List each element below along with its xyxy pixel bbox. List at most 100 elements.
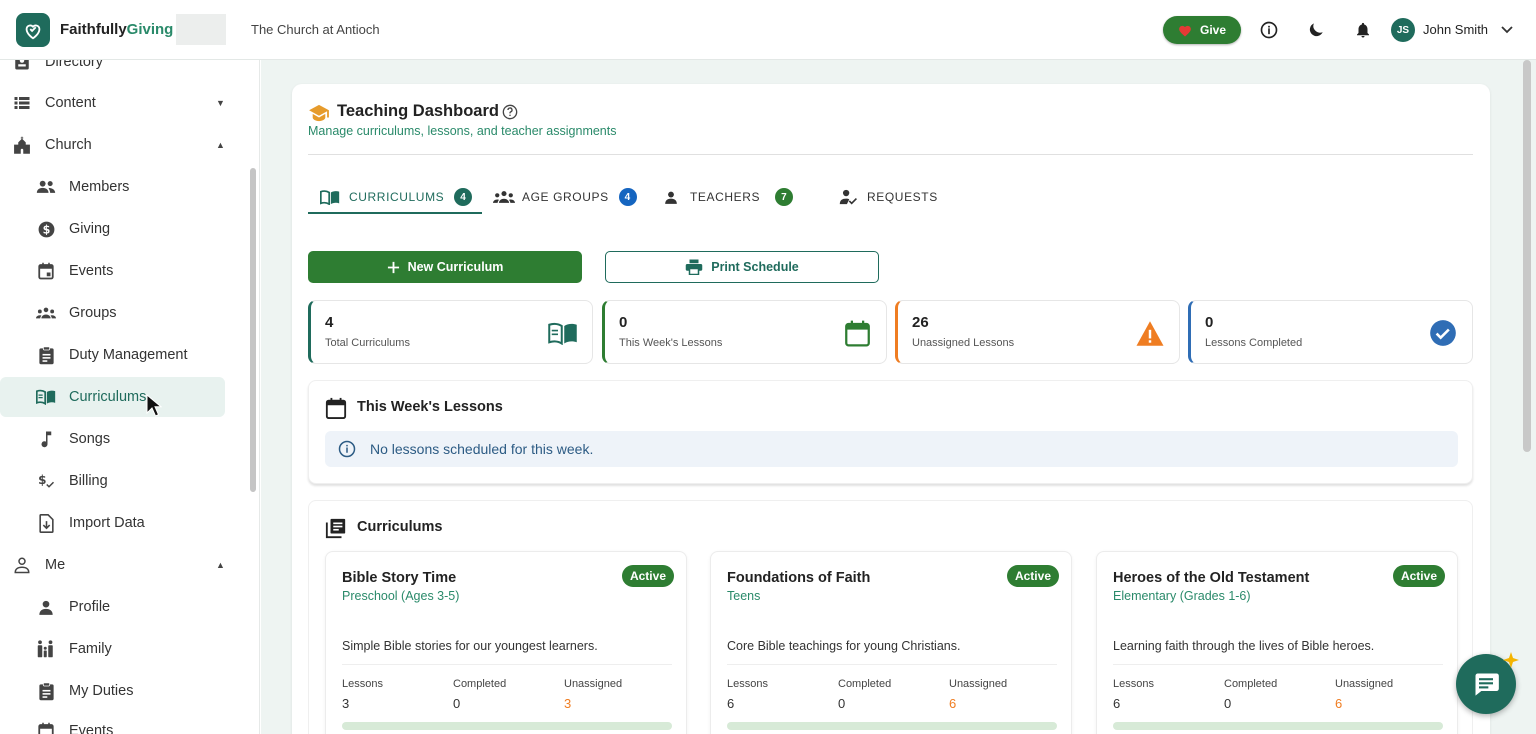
- stat-card-total-curriculums: 4 Total Curriculums: [308, 300, 593, 364]
- lessons-label: Lessons: [727, 678, 768, 690]
- sidebar-item-giving[interactable]: $ Giving: [0, 209, 225, 249]
- stat-card-unassigned-lessons: 26 Unassigned Lessons: [895, 300, 1180, 364]
- lessons-label: Lessons: [1113, 678, 1154, 690]
- book-icon: [320, 189, 340, 205]
- progress-bar: [727, 722, 1057, 730]
- tab-teachers[interactable]: TEACHERS 7: [664, 180, 794, 214]
- caret-down-icon: ▼: [216, 98, 225, 108]
- sidebar: Directory Content ▼ Church ▲ Members $ G…: [0, 60, 260, 734]
- sidebar-item-duty-management[interactable]: Duty Management: [0, 335, 225, 375]
- curriculum-description: Simple Bible stories for our youngest le…: [342, 639, 598, 653]
- sidebar-item-curriculums[interactable]: Curriculums: [0, 377, 225, 417]
- help-icon[interactable]: [502, 104, 518, 120]
- mouse-cursor-icon: [146, 394, 162, 417]
- section-title: Curriculums: [357, 519, 443, 535]
- clipboard-icon: [36, 681, 56, 701]
- dollar-icon: $: [36, 219, 56, 239]
- dark-mode-icon[interactable]: [1304, 18, 1328, 42]
- curriculum-age-group: Teens: [727, 589, 761, 603]
- groups-icon: [36, 303, 56, 323]
- plus-icon: [387, 261, 399, 273]
- curriculum-description: Core Bible teachings for young Christian…: [727, 639, 961, 653]
- curriculum-description: Learning faith through the lives of Bibl…: [1113, 639, 1375, 653]
- chevron-down-icon[interactable]: [1495, 18, 1519, 42]
- music-note-icon: [36, 429, 56, 449]
- progress-bar: [1113, 722, 1443, 730]
- logo-icon[interactable]: [16, 13, 50, 47]
- unassigned-count: 6: [949, 696, 957, 711]
- stat-card-lessons-completed: 0 Lessons Completed: [1188, 300, 1473, 364]
- avatar[interactable]: JS: [1391, 18, 1415, 42]
- status-badge: Active: [1392, 565, 1445, 587]
- completed-count: 0: [1224, 696, 1232, 711]
- graduation-cap-icon: [309, 104, 329, 122]
- this-weeks-lessons-section: This Week's Lessons No lessons scheduled…: [308, 380, 1473, 484]
- person-check-icon: [839, 189, 857, 205]
- sidebar-item-members[interactable]: Members: [0, 167, 225, 207]
- sidebar-item-me[interactable]: Me ▲: [0, 545, 225, 585]
- brand-name[interactable]: FaithfullyGiving: [60, 21, 173, 38]
- tab-count-badge: 4: [618, 188, 637, 206]
- curriculum-name: Foundations of Faith: [727, 570, 871, 586]
- completed-label: Completed: [453, 678, 507, 690]
- calendar-icon: [842, 318, 872, 348]
- sidebar-item-church[interactable]: Church ▲: [0, 125, 225, 165]
- curriculum-card[interactable]: Heroes of the Old Testament Elementary (…: [1096, 551, 1458, 734]
- sidebar-item-import-data[interactable]: Import Data: [0, 503, 225, 543]
- tab-curriculums[interactable]: CURRICULUMS 4: [320, 180, 473, 214]
- tab-age-groups[interactable]: AGE GROUPS 4: [493, 180, 637, 214]
- caret-up-icon: ▲: [216, 560, 225, 570]
- chat-button[interactable]: [1456, 652, 1519, 714]
- curriculums-section: Curriculums Bible Story Time Preschool (…: [308, 500, 1473, 734]
- profile-icon: [36, 597, 56, 617]
- svg-text:$: $: [42, 223, 50, 236]
- active-tab-indicator: [308, 212, 482, 214]
- sidebar-item-my-events[interactable]: Events: [0, 711, 225, 734]
- user-name[interactable]: John Smith: [1423, 22, 1488, 37]
- curriculum-name: Bible Story Time: [342, 570, 457, 586]
- print-schedule-button[interactable]: Print Schedule: [605, 251, 879, 283]
- lessons-count: 6: [727, 696, 735, 711]
- sidebar-item-events[interactable]: Events: [0, 251, 225, 291]
- completed-count: 0: [453, 696, 461, 711]
- give-button[interactable]: Give: [1163, 16, 1241, 44]
- sidebar-item-billing[interactable]: $ Billing: [0, 461, 225, 501]
- calendar-icon: [36, 721, 56, 734]
- curriculum-card[interactable]: Foundations of Faith Teens Active Core B…: [710, 551, 1072, 734]
- sidebar-item-directory[interactable]: Directory: [0, 60, 225, 82]
- sidebar-item-groups[interactable]: Groups: [0, 293, 225, 333]
- curriculum-age-group: Preschool (Ages 3-5): [342, 589, 460, 603]
- unassigned-label: Unassigned: [949, 678, 1008, 690]
- new-curriculum-button[interactable]: New Curriculum: [308, 251, 582, 283]
- library-books-icon: [325, 518, 346, 539]
- stat-card-this-weeks-lessons: 0 This Week's Lessons: [602, 300, 887, 364]
- tab-requests[interactable]: REQUESTS: [839, 180, 938, 214]
- card-divider: [1113, 664, 1443, 665]
- lessons-label: Lessons: [342, 678, 383, 690]
- info-icon: [338, 440, 356, 458]
- lessons-count: 6: [1113, 696, 1121, 711]
- unassigned-count: 6: [1335, 696, 1343, 711]
- main-scrollbar[interactable]: [1523, 60, 1531, 452]
- sidebar-item-family[interactable]: Family: [0, 629, 225, 669]
- bell-icon[interactable]: [1351, 18, 1375, 42]
- sidebar-item-content[interactable]: Content ▼: [0, 83, 225, 123]
- calendar-icon: [325, 397, 347, 419]
- directory-icon: [12, 60, 32, 72]
- curriculum-card[interactable]: Bible Story Time Preschool (Ages 3-5) Ac…: [325, 551, 687, 734]
- section-title: This Week's Lessons: [357, 399, 503, 415]
- sidebar-item-my-duties[interactable]: My Duties: [0, 671, 225, 711]
- card-divider: [727, 664, 1057, 665]
- sidebar-item-songs[interactable]: Songs: [0, 419, 225, 459]
- info-icon[interactable]: [1257, 18, 1281, 42]
- calendar-icon: [36, 261, 56, 281]
- groups-icon: [493, 191, 515, 203]
- svg-text:$: $: [38, 472, 46, 486]
- sidebar-item-profile[interactable]: Profile: [0, 587, 225, 627]
- sidebar-scrollbar[interactable]: [250, 168, 256, 492]
- unassigned-label: Unassigned: [1335, 678, 1394, 690]
- members-icon: [36, 177, 56, 197]
- curriculum-name: Heroes of the Old Testament: [1113, 570, 1310, 586]
- lessons-count: 3: [342, 696, 350, 711]
- church-icon: [12, 135, 32, 155]
